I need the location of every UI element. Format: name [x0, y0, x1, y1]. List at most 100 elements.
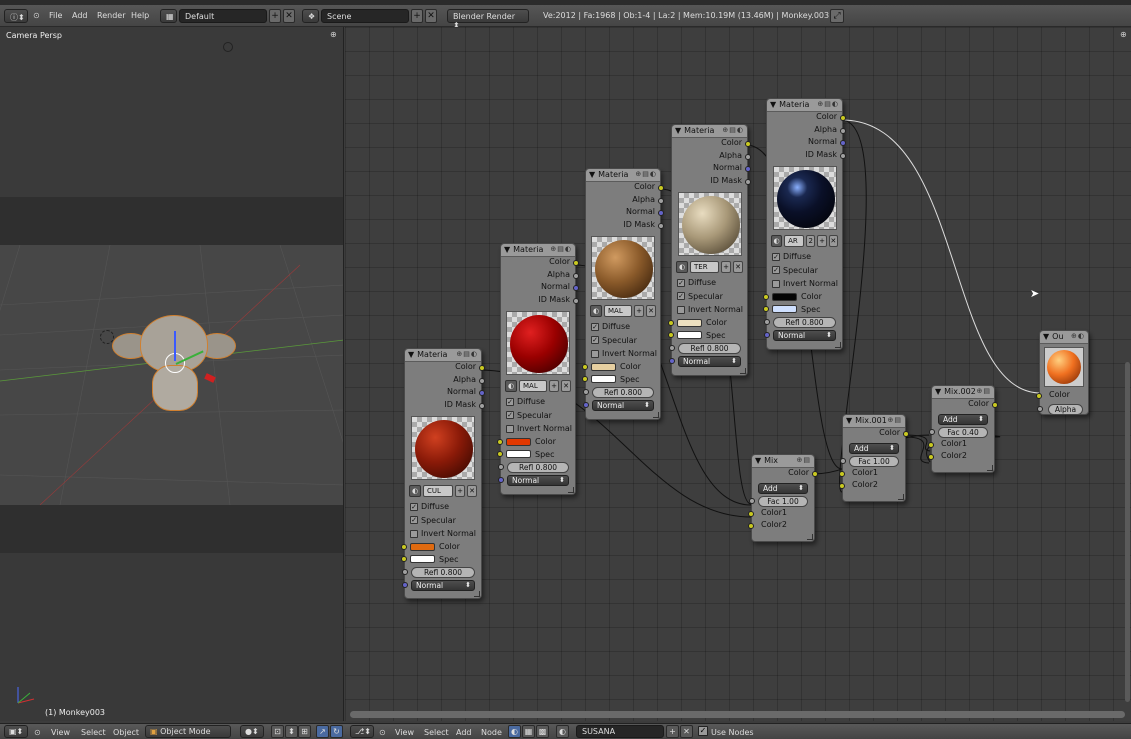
- socket[interactable]: [658, 197, 664, 204]
- menu-add[interactable]: Add: [72, 11, 88, 20]
- add-material-button[interactable]: +: [817, 235, 827, 247]
- node-header[interactable]: ▼ Materia ⊕▤◐: [586, 169, 660, 182]
- material-icon[interactable]: ◐: [409, 485, 421, 497]
- socket[interactable]: [840, 115, 846, 121]
- spec-input[interactable]: Spec: [582, 373, 660, 386]
- screen-layout-field[interactable]: Default: [179, 9, 267, 23]
- collapse-icon[interactable]: ▼: [755, 456, 761, 465]
- socket[interactable]: [401, 543, 407, 550]
- material-node[interactable]: ▼ Materia ⊕▤◐ Color Alpha Normal ID Mask ◐…: [763, 98, 846, 350]
- socket[interactable]: [402, 568, 408, 575]
- diffuse-checkbox[interactable]: ✓ Diffuse: [672, 276, 747, 290]
- spec-swatch[interactable]: [772, 305, 797, 314]
- material-selector[interactable]: ◐ MAL + ✕: [505, 379, 571, 393]
- horizontal-scrollbar[interactable]: [350, 711, 1125, 718]
- compositing-nodes-icon[interactable]: ▦: [522, 725, 535, 738]
- invert-normal-checkbox[interactable]: Invert Normal: [405, 527, 481, 541]
- unlink-material-button[interactable]: ✕: [733, 261, 743, 273]
- node-header[interactable]: ▼ Mix ⊕▤: [752, 455, 814, 468]
- socket[interactable]: [479, 390, 485, 396]
- socket[interactable]: [1036, 393, 1042, 399]
- 3d-viewport[interactable]: Camera Persp ⊕ (1) Monkey003: [0, 27, 344, 721]
- material-name[interactable]: MAL: [604, 305, 632, 317]
- collapse-icon[interactable]: ▼: [675, 126, 681, 135]
- pivot-icon[interactable]: ⊡: [271, 725, 284, 738]
- material-node[interactable]: ▼ Materia ⊕▤◐ Color Alpha Normal ID Mask ◐…: [668, 124, 751, 376]
- menu-select[interactable]: Select: [81, 728, 106, 737]
- socket[interactable]: [903, 431, 909, 437]
- socket[interactable]: [992, 402, 998, 408]
- menu-view[interactable]: View: [395, 728, 414, 737]
- add-material-button[interactable]: +: [666, 725, 679, 738]
- resize-handle[interactable]: [653, 412, 659, 418]
- socket[interactable]: [839, 470, 845, 477]
- fullscreen-icon[interactable]: ⤢: [830, 9, 844, 23]
- node-header[interactable]: ▼ Materia ⊕▤◐: [501, 244, 575, 257]
- material-name[interactable]: MAL: [519, 380, 547, 392]
- spec-swatch[interactable]: [591, 375, 616, 384]
- shader-nodes-icon[interactable]: ◐: [508, 725, 521, 738]
- refl-field[interactable]: Refl 0.800: [669, 342, 741, 354]
- pivot-dropdown-icon[interactable]: ⬍: [285, 725, 298, 738]
- socket[interactable]: [839, 483, 845, 489]
- texture-nodes-icon[interactable]: ▩: [536, 725, 549, 738]
- fac-field[interactable]: Fac 1.00: [840, 455, 899, 467]
- refl-field[interactable]: Refl 0.800: [583, 386, 654, 398]
- socket[interactable]: [573, 272, 579, 279]
- collapse-icon[interactable]: ▼: [589, 170, 595, 179]
- diffuse-checkbox[interactable]: ✓ Diffuse: [767, 250, 842, 264]
- socket[interactable]: [840, 140, 846, 146]
- color-input[interactable]: Color: [668, 317, 747, 330]
- material-icon[interactable]: ◐: [590, 305, 602, 317]
- socket[interactable]: [745, 178, 751, 185]
- collapse-icon[interactable]: ▼: [770, 100, 776, 109]
- unlink-material-button[interactable]: ✕: [680, 725, 693, 738]
- mix002-node[interactable]: ▼Mix.002⊕▤ Color Add Fac 0.40 Color1 Col…: [928, 385, 998, 473]
- color-input[interactable]: Color: [763, 291, 842, 304]
- socket[interactable]: [573, 285, 579, 291]
- collapse-icon[interactable]: ▼: [1043, 332, 1049, 341]
- normal-dropdown[interactable]: Normal: [583, 399, 654, 411]
- socket[interactable]: [1037, 405, 1043, 412]
- socket[interactable]: [479, 377, 485, 384]
- add-material-button[interactable]: +: [721, 261, 731, 273]
- socket[interactable]: [840, 127, 846, 134]
- socket[interactable]: [749, 497, 755, 504]
- refl-field[interactable]: Refl 0.800: [498, 461, 569, 473]
- normal-dropdown[interactable]: Normal: [498, 474, 569, 486]
- color-swatch[interactable]: [772, 292, 797, 301]
- menu-select[interactable]: Select: [424, 728, 449, 737]
- socket[interactable]: [745, 153, 751, 160]
- resize-handle[interactable]: [987, 465, 993, 471]
- mix-node[interactable]: ▼Mix ⊕▤ Color Add Fac 1.00 Color1 Color2: [748, 454, 818, 542]
- material-selector[interactable]: ◐ CUL + ✕: [409, 484, 477, 498]
- menu-help[interactable]: Help: [131, 11, 149, 20]
- material-selector[interactable]: ◐ MAL + ✕: [590, 304, 656, 318]
- socket[interactable]: [658, 185, 664, 191]
- socket[interactable]: [745, 166, 751, 172]
- color-swatch[interactable]: [410, 542, 435, 551]
- node-header-icons[interactable]: ⊕▤◐: [635, 170, 657, 178]
- viewport-shading-dropdown[interactable]: ●⬍: [240, 725, 264, 738]
- material-name-field[interactable]: SUSANA: [576, 725, 664, 738]
- add-material-button[interactable]: +: [549, 380, 559, 392]
- menu-collapse-icon[interactable]: ⊙: [379, 728, 386, 737]
- collapse-icon[interactable]: ▼: [935, 387, 941, 396]
- fac-field[interactable]: Fac 1.00: [749, 495, 808, 507]
- invert-normal-checkbox[interactable]: Invert Normal: [767, 277, 842, 291]
- unlink-material-button[interactable]: ✕: [561, 380, 571, 392]
- node-header-icons[interactable]: ⊕▤: [797, 456, 811, 464]
- lamp-top-icon[interactable]: [223, 42, 233, 52]
- add-layout-button[interactable]: +: [269, 9, 281, 23]
- socket[interactable]: [479, 402, 485, 409]
- z-axis-arrow[interactable]: [174, 331, 176, 361]
- color-swatch[interactable]: [677, 318, 702, 327]
- socket[interactable]: [764, 318, 770, 325]
- screen-layout-icon[interactable]: ▦: [160, 9, 177, 23]
- node-header-icons[interactable]: ⊕▤: [888, 416, 902, 424]
- viewport-plus-icon[interactable]: ⊕: [330, 30, 337, 39]
- socket[interactable]: [583, 401, 589, 408]
- node-editor-plus-icon[interactable]: ⊕: [1120, 30, 1127, 39]
- socket[interactable]: [748, 523, 754, 529]
- diffuse-checkbox[interactable]: ✓ Diffuse: [586, 320, 660, 334]
